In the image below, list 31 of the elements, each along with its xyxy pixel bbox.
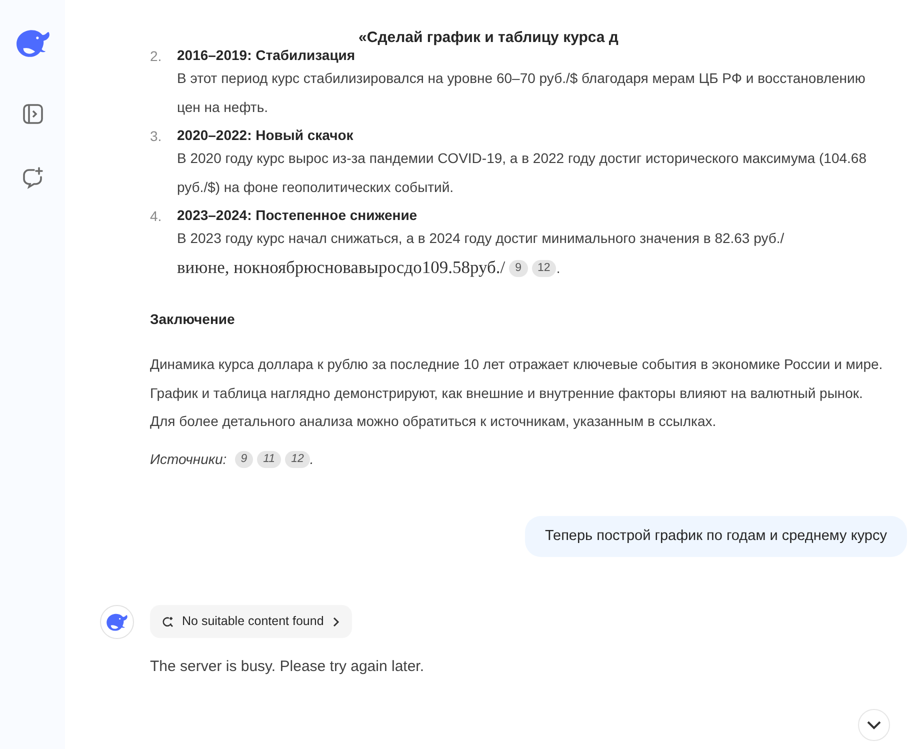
- period-text: .: [310, 450, 314, 468]
- list-number: 3.: [150, 127, 163, 146]
- citation-link[interactable]: 9: [234, 450, 254, 468]
- sources-label: Источники:: [150, 450, 227, 468]
- search-status-chip[interactable]: No suitable content found: [150, 605, 352, 638]
- chevron-down-icon: [867, 720, 881, 730]
- list-number: 2.: [150, 47, 163, 66]
- section-heading: Заключение: [150, 310, 236, 329]
- chat-title: «Сделай график и таблицу курса д: [358, 28, 618, 45]
- item-heading: 2020–2022: Новый скачок: [177, 126, 354, 144]
- citation-link[interactable]: 11: [257, 450, 282, 468]
- chevron-right-icon: [332, 616, 340, 627]
- search-sparkle-icon: [162, 616, 174, 628]
- item-text: В 2020 году курс вырос из-за пандемии COVID-19, а в 2022 году достиг исторического максимума (104.68 руб./$) на фоне геополитических событий.: [177, 150, 866, 195]
- item-text: виюне, нокноябрюсновавыросдо109.58руб./: [177, 257, 506, 277]
- item-text: В 2023 году курс начал снижаться, а в 2024 году достиг минимального значения в 82.63 руб./: [177, 230, 784, 246]
- citation-link[interactable]: 12: [532, 260, 556, 277]
- item-heading: 2016–2019: Стабилизация: [177, 46, 356, 64]
- scroll-down-button[interactable]: [858, 709, 890, 741]
- period-text: .: [556, 260, 560, 276]
- paragraph-text: Динамика курса доллара к рублю за последние 10 лет отражает ключевые события в экономике России и мире. График и таблица наглядно демонстрируют, как внешние и внутренние факторы влияют на валютный рынок. Для более детального анализа можно обратиться к источникам, указанным в ссылках.: [150, 355, 884, 431]
- assistant-avatar: [100, 605, 134, 640]
- list-number: 4.: [150, 207, 163, 226]
- sidebar-panel-icon[interactable]: [20, 102, 44, 126]
- reply-text: The server is busy. Please try again later.: [150, 657, 424, 677]
- item-text: В этот период курс стабилизировался на уровне 60–70 руб./$ благодаря мерам ЦБ РФ и восстановлению цен на нефть.: [177, 70, 866, 115]
- new-chat-icon[interactable]: [20, 166, 44, 190]
- citation-link[interactable]: 12: [285, 450, 310, 468]
- item-heading: 2023–2024: Постепенное снижение: [177, 206, 418, 224]
- user-message: Теперь построй график по годам и среднему курсу: [524, 516, 907, 558]
- citation-link[interactable]: 9: [509, 260, 528, 277]
